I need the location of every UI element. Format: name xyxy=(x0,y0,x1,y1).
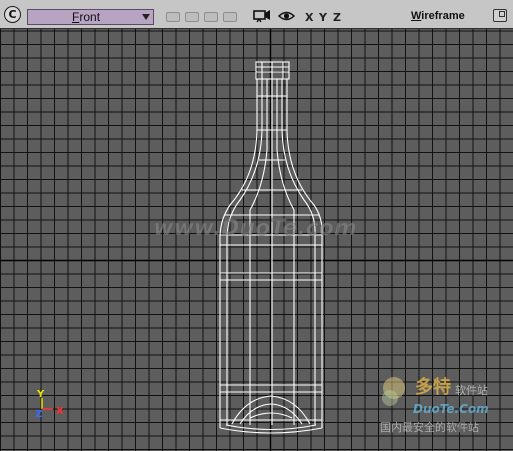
viewport-scene: Y Z X www.DuoTe.com 多特 软件站 DuoTe.Com 国内最… xyxy=(0,29,513,451)
logo-watermark: 多特 软件站 DuoTe.Com 国内最安全的软件站 xyxy=(380,376,489,434)
gizmo-x-label: X xyxy=(56,406,64,417)
eye-icon[interactable] xyxy=(278,9,295,23)
logo-tag: 软件站 xyxy=(455,383,488,397)
axis-gizmo: Y Z X xyxy=(35,389,64,420)
layout-button-3[interactable] xyxy=(204,12,218,22)
gizmo-z-label: Z xyxy=(35,409,42,420)
logo-title: 多特 xyxy=(415,376,451,398)
gizmo-y-label: Y xyxy=(36,389,45,400)
axis-x-label[interactable]: X xyxy=(305,11,313,24)
maximize-icon[interactable] xyxy=(493,9,507,22)
viewport-toolbar: C Front X Y Z Wireframe xyxy=(0,0,513,29)
layout-button-2[interactable] xyxy=(185,12,199,22)
chevron-down-icon xyxy=(142,14,150,20)
layout-button-1[interactable] xyxy=(166,12,180,22)
logo-domain: DuoTe.Com xyxy=(413,402,489,416)
camera-view-icon[interactable] xyxy=(253,9,271,23)
front-viewport[interactable]: C Front X Y Z Wireframe Y Z X www.DuoTe.… xyxy=(0,0,513,451)
camera-dropdown[interactable]: Front xyxy=(27,9,154,25)
logo-slogan: 国内最安全的软件站 xyxy=(380,420,479,434)
watermark-center: www.DuoTe.com xyxy=(153,216,357,241)
camera-dropdown-label: Front xyxy=(72,10,101,24)
shading-mode-menu[interactable]: Wireframe xyxy=(411,10,465,22)
viewport-menu-icon[interactable]: C xyxy=(4,6,21,23)
axis-z-label[interactable]: Z xyxy=(333,11,341,24)
layout-button-4[interactable] xyxy=(223,12,237,22)
axis-y-label[interactable]: Y xyxy=(319,11,327,24)
